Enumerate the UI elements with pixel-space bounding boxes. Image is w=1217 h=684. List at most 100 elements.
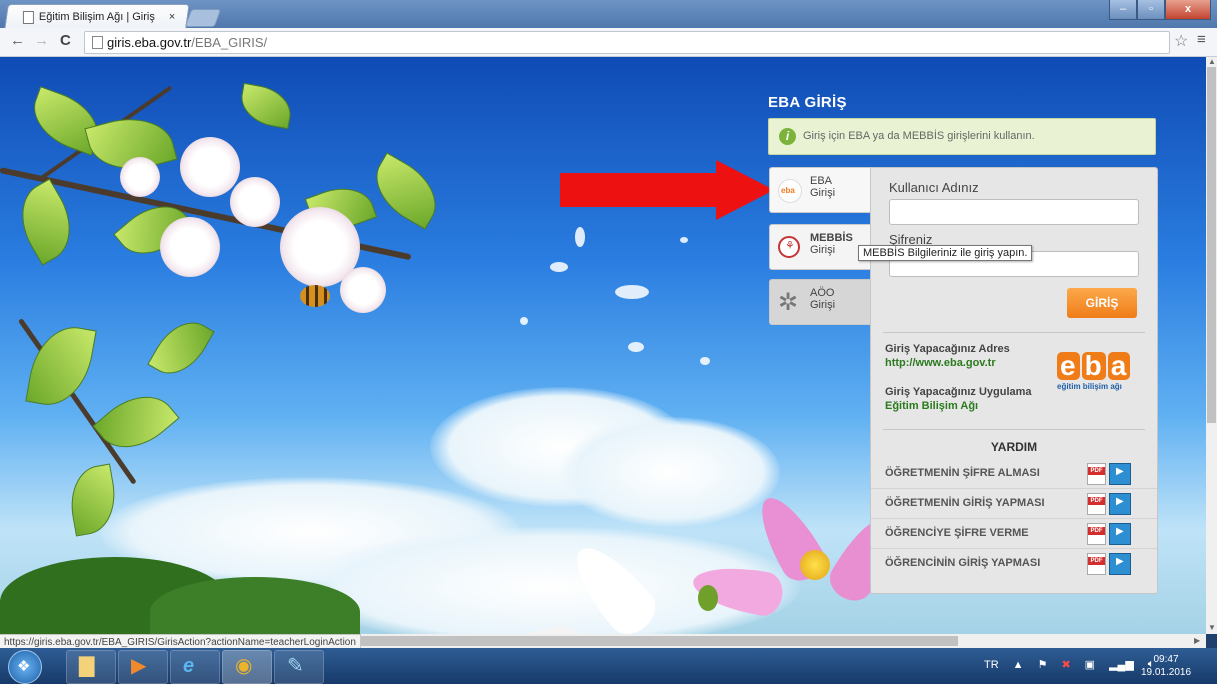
internet-explorer-taskbar-button[interactable]: e <box>170 650 220 684</box>
help-item-label: ÖĞRETMENİN ŞİFRE ALMASI <box>885 467 1040 479</box>
clock-date: 19.01.2016 <box>1140 667 1192 678</box>
petal <box>700 357 710 365</box>
reload-icon[interactable]: C <box>60 32 71 49</box>
help-item: ÖĞRETMENİN ŞİFRE ALMASI PDF ▶ <box>871 458 1157 489</box>
paint-icon: ✎ <box>287 655 304 677</box>
url-path: /EBA_GIRIS/ <box>191 35 268 50</box>
tab-title: Eğitim Bilişim Ağı | Giriş <box>38 11 155 23</box>
close-window-button[interactable]: x <box>1165 0 1211 20</box>
forward-arrow-icon[interactable]: → <box>34 32 49 49</box>
address-link[interactable]: http://www.eba.gov.tr <box>885 357 996 370</box>
page-viewport: EBA GİRİŞ i Giriş için EBA ya da MEBBİS … <box>0 57 1206 634</box>
petal <box>628 342 644 352</box>
eba-logo: e b a eğitim bilişim ağı <box>1057 352 1145 391</box>
system-tray: TR ▲ ⚑ ✖ ▣ ▂▄▆ 🔈︎ <box>984 658 1154 671</box>
pdf-icon[interactable]: PDF <box>1087 463 1106 485</box>
cosmos-bud <box>698 585 718 611</box>
video-icon[interactable]: ▶ <box>1109 523 1131 545</box>
help-item: ÖĞRETMENİN GİRİŞ YAPMASI PDF ▶ <box>871 488 1157 519</box>
maximize-button[interactable]: ▫ <box>1137 0 1165 20</box>
address-label: Giriş Yapacağınız Adres <box>885 343 1010 355</box>
cloud <box>560 417 780 527</box>
mebbis-tooltip: MEBBİS Bilgileriniz ile giriş yapın. <box>858 245 1033 261</box>
tab-label-line2: Girişi <box>810 187 836 199</box>
blossom <box>340 267 386 313</box>
scroll-down-icon[interactable]: ▼ <box>1208 623 1216 632</box>
bee <box>300 285 330 307</box>
url-domain: giris.eba.gov.tr <box>107 35 192 50</box>
tab-label-line1: EBA <box>810 175 833 187</box>
help-item-label: ÖĞRENCİYE ŞİFRE VERME <box>885 527 1029 539</box>
scroll-up-icon[interactable]: ▲ <box>1208 57 1216 66</box>
folder-icon: ▇ <box>79 655 95 677</box>
address-bar[interactable]: giris.eba.gov.tr/EBA_GIRIS/ <box>84 31 1170 54</box>
menu-icon[interactable]: ≡ <box>1197 31 1206 48</box>
back-arrow-icon[interactable]: ← <box>10 32 25 49</box>
explorer-taskbar-button[interactable]: ▇ <box>66 650 116 684</box>
help-title: YARDIM <box>990 440 1038 454</box>
minimize-button[interactable]: – <box>1109 0 1137 20</box>
petal <box>550 262 568 272</box>
pdf-label: PDF <box>1088 527 1105 535</box>
bookmark-star-icon[interactable]: ☆ <box>1174 31 1188 51</box>
tab-aoo-login[interactable]: ✲ AÖO Girişi <box>769 279 874 325</box>
leaf <box>237 82 295 130</box>
page-icon <box>92 36 103 49</box>
pdf-icon[interactable]: PDF <box>1087 523 1106 545</box>
url-text[interactable]: giris.eba.gov.tr/EBA_GIRIS/ <box>107 35 267 50</box>
device-icon[interactable]: ▣ <box>1085 658 1095 671</box>
scroll-right-icon[interactable]: ▶ <box>1194 636 1200 645</box>
video-icon[interactable]: ▶ <box>1109 463 1131 485</box>
tab-label-line2: Girişi <box>810 299 836 311</box>
window-controls: – ▫ x <box>1109 0 1211 20</box>
chrome-taskbar-button[interactable]: ◉ <box>222 650 272 684</box>
page-title: EBA GİRİŞ <box>768 94 847 111</box>
signal-icon[interactable]: ▂▄▆ <box>1109 658 1134 671</box>
login-button[interactable]: GİRİŞ <box>1067 288 1137 318</box>
leaf <box>147 310 215 386</box>
logo-letter: b <box>1081 352 1106 380</box>
info-icon: i <box>779 128 796 145</box>
vertical-scroll-thumb[interactable] <box>1207 67 1216 423</box>
tab-label-line1: MEBBİS <box>810 232 853 244</box>
pdf-icon[interactable]: PDF <box>1087 553 1106 575</box>
divider <box>883 429 1145 430</box>
paint-taskbar-button[interactable]: ✎ <box>274 650 324 684</box>
petal <box>615 285 649 299</box>
language-indicator[interactable]: TR <box>984 659 999 671</box>
app-name: Eğitim Bilişim Ağı <box>885 400 979 412</box>
video-icon[interactable]: ▶ <box>1109 553 1131 575</box>
tab-eba-login[interactable]: eba EBA Girişi <box>769 167 874 213</box>
help-item-label: ÖĞRENCİNİN GİRİŞ YAPMASI <box>885 557 1041 569</box>
video-icon[interactable]: ▶ <box>1109 493 1131 515</box>
new-tab-button[interactable] <box>184 9 222 27</box>
tab-close-icon[interactable]: × <box>169 5 175 29</box>
browser-toolbar: ← → C giris.eba.gov.tr/EBA_GIRIS/ ☆ ≡ <box>0 28 1217 57</box>
info-box: i Giriş için EBA ya da MEBBİS girişlerin… <box>768 118 1156 155</box>
pdf-icon[interactable]: PDF <box>1087 493 1106 515</box>
flag-icon[interactable]: ⚑ <box>1038 658 1048 671</box>
browser-tab[interactable]: Eğitim Bilişim Ağı | Giriş × <box>4 4 190 29</box>
logo-letter: a <box>1107 352 1131 380</box>
chrome-icon: ◉ <box>235 655 253 677</box>
mebbis-icon: ⚘ <box>778 236 800 258</box>
media-player-icon: ▶ <box>131 655 147 677</box>
logo-letter: e <box>1057 352 1080 380</box>
vertical-scrollbar[interactable]: ▲ ▼ <box>1206 57 1217 634</box>
media-player-taskbar-button[interactable]: ▶ <box>118 650 168 684</box>
tab-label: AÖO Girişi <box>810 287 870 311</box>
clock[interactable]: 09:47 19.01.2016 <box>1136 653 1196 679</box>
show-hidden-icons-icon[interactable]: ▲ <box>1013 659 1024 671</box>
leaf <box>6 178 86 266</box>
network-error-icon[interactable]: ✖ <box>1061 658 1070 671</box>
username-input[interactable] <box>889 199 1139 225</box>
petal <box>520 317 528 325</box>
leaf <box>25 320 97 412</box>
tab-label-line1: AÖO <box>810 287 835 299</box>
pdf-label: PDF <box>1088 557 1105 565</box>
eba-icon: eba <box>778 179 802 203</box>
start-button[interactable]: ❖ <box>8 650 42 684</box>
info-text: Giriş için EBA ya da MEBBİS girişlerini … <box>803 130 1035 142</box>
pdf-label: PDF <box>1088 497 1105 505</box>
leaf <box>362 152 450 230</box>
